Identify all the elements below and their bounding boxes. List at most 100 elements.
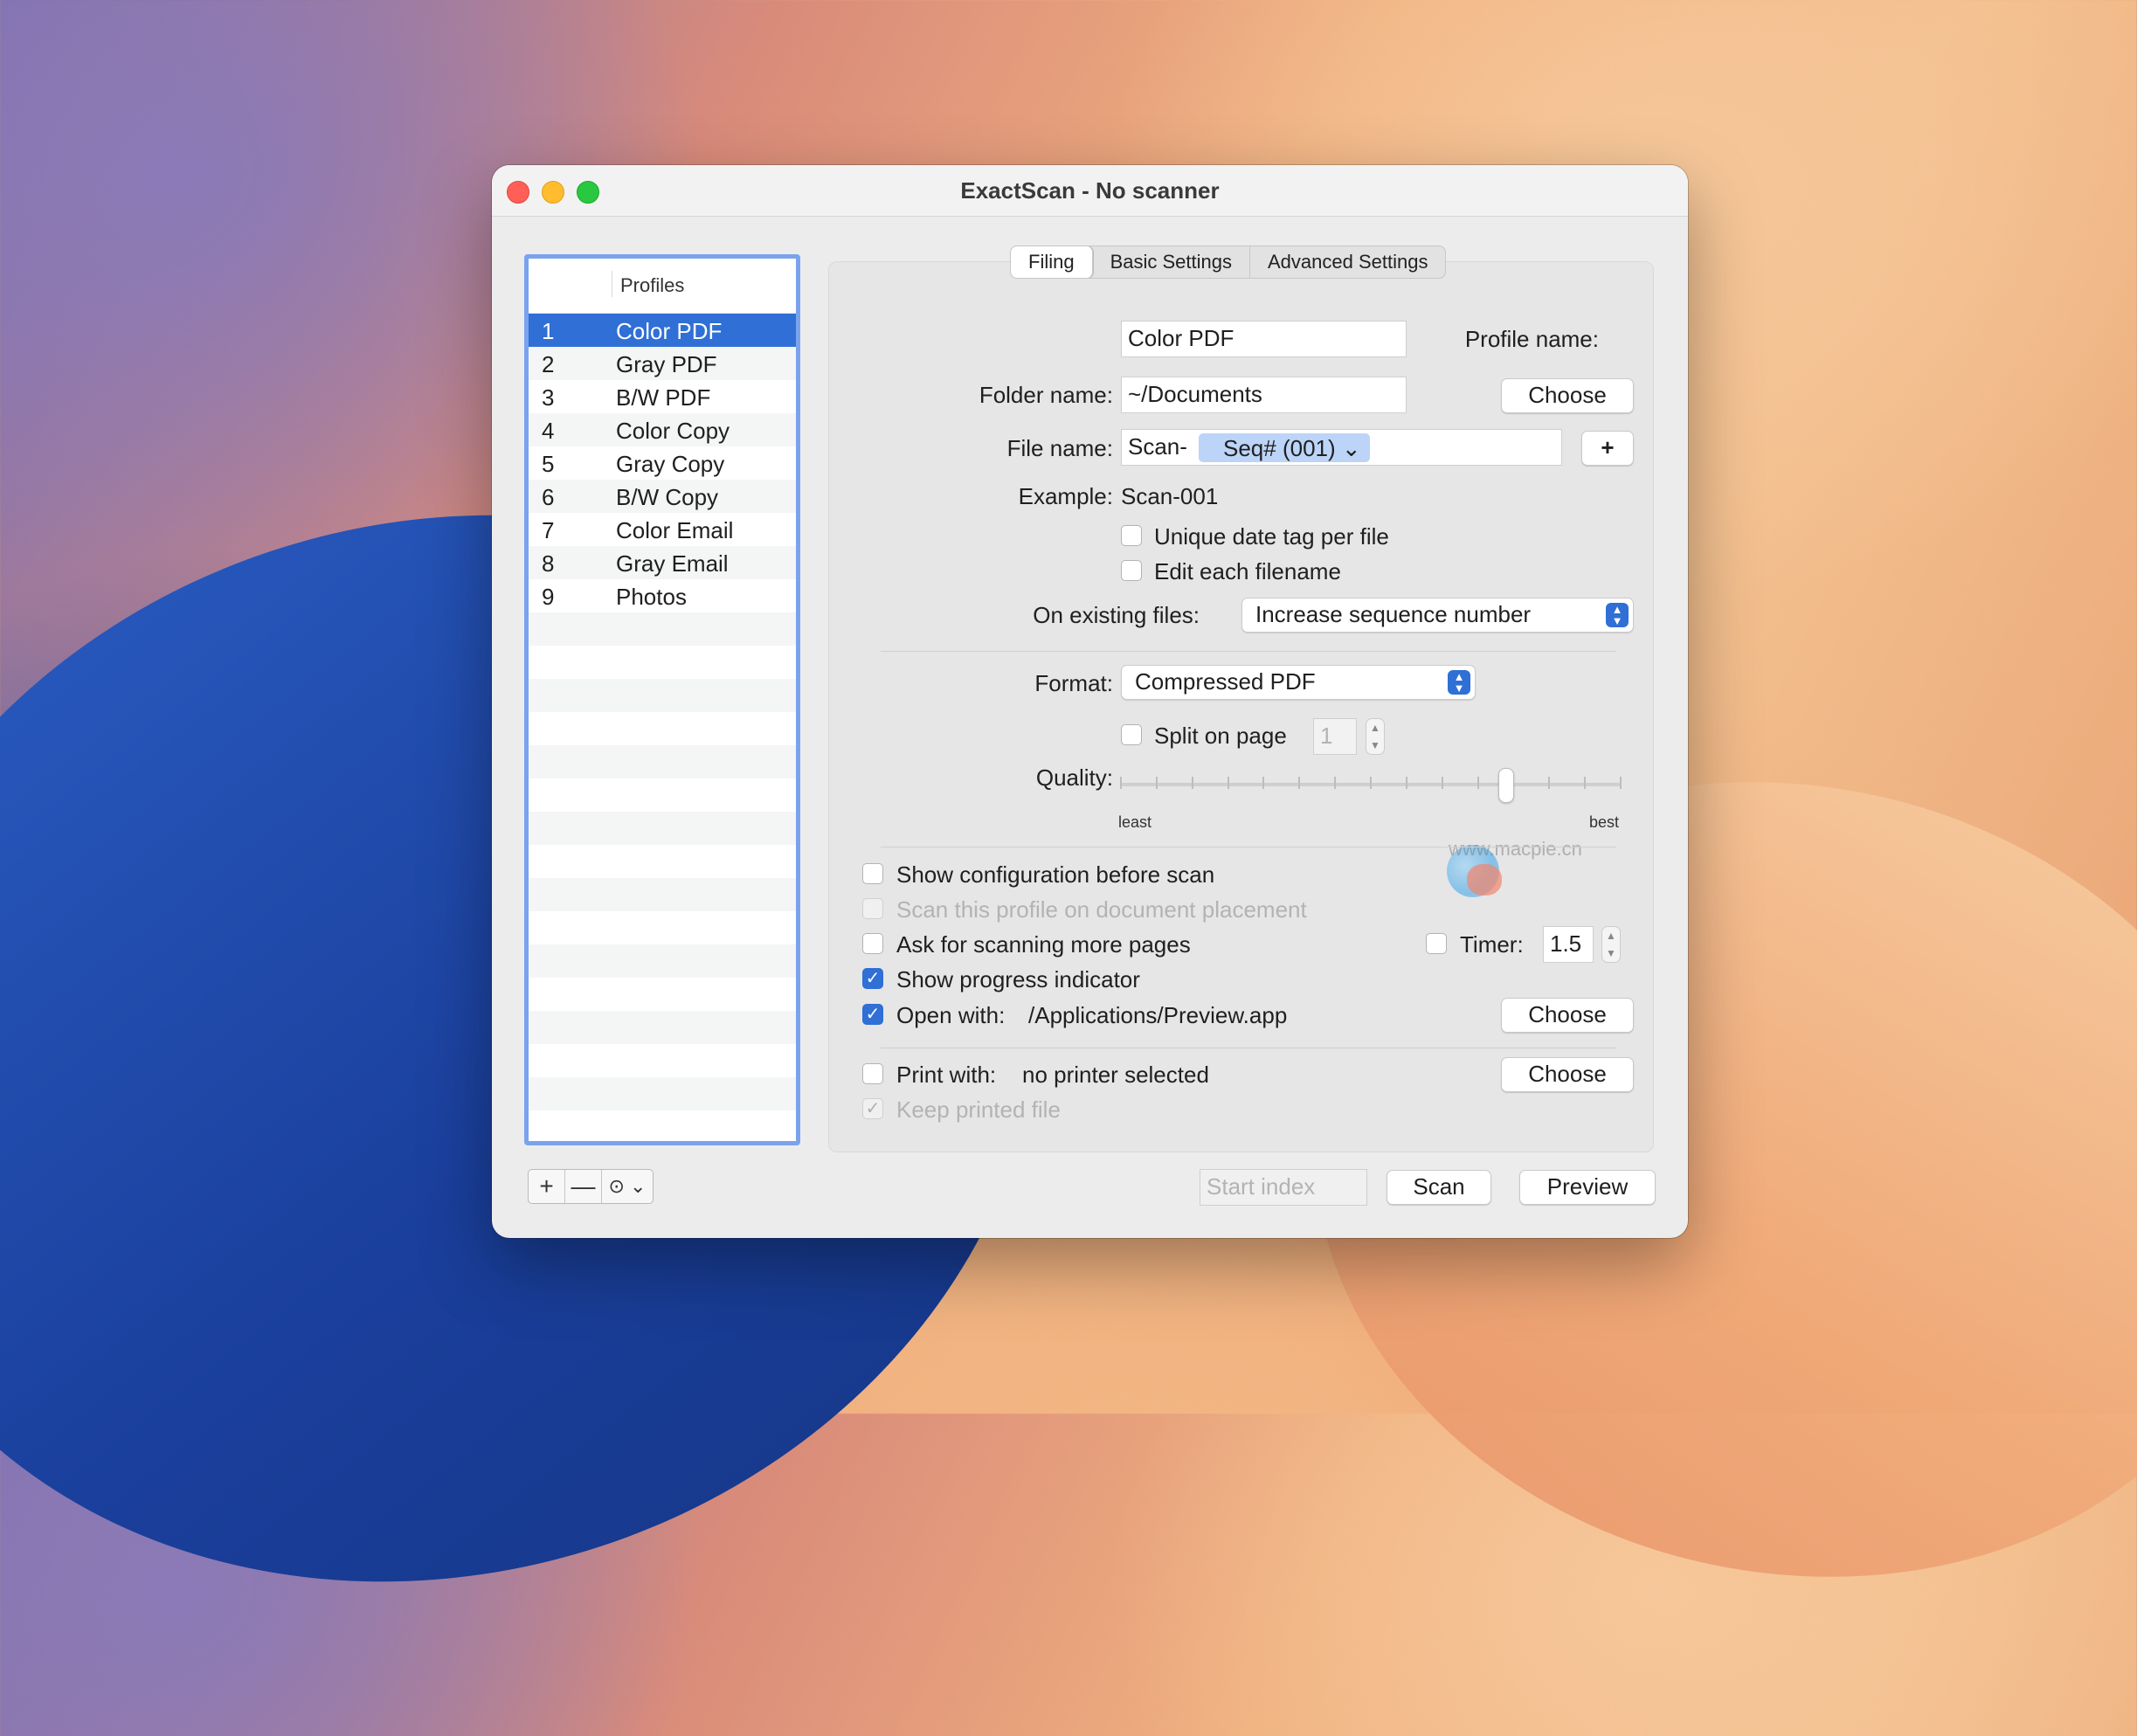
print-with-checkbox[interactable] [862, 1063, 883, 1084]
profile-number: 6 [542, 484, 555, 510]
unique-date-label: Unique date tag per file [1154, 523, 1389, 550]
quality-tick [1370, 777, 1372, 789]
split-on-page-checkbox[interactable] [1121, 724, 1142, 745]
empty-row [529, 845, 796, 878]
window-title: ExactScan - No scanner [960, 177, 1220, 204]
list-item[interactable]: 8 Gray Email [529, 546, 796, 579]
profile-name: Gray Copy [616, 451, 725, 477]
quality-tick [1620, 777, 1622, 789]
folder-name-label: Folder name: [979, 382, 1113, 408]
quality-slider-knob[interactable] [1498, 768, 1515, 803]
profile-number: 7 [542, 517, 555, 543]
keep-printed-checkbox[interactable]: ✓ [862, 1098, 883, 1119]
tab-basic-settings[interactable]: Basic Settings [1093, 246, 1250, 278]
unique-date-checkbox[interactable] [1121, 525, 1142, 546]
profile-name: Color Copy [616, 418, 730, 444]
empty-row [529, 745, 796, 778]
divider [881, 651, 1616, 652]
print-with-label: Print with: [896, 1062, 997, 1088]
chevron-updown-icon: ▲ ▼ [1448, 670, 1470, 695]
quality-tick [1191, 777, 1193, 789]
profile-number: 2 [542, 351, 555, 377]
list-item[interactable]: 4 Color Copy [529, 413, 796, 446]
profile-actions: + — ⊙ ⌄ [528, 1169, 654, 1204]
example-label: Example: [1018, 483, 1113, 509]
quality-tick [1298, 777, 1301, 789]
profiles-header: Profiles [529, 259, 796, 314]
choose-printer-button[interactable]: Choose [1501, 1057, 1634, 1092]
existing-files-popup[interactable]: Increase sequence number ▲ ▼ [1241, 598, 1634, 633]
tab-filing[interactable]: Filing [1011, 246, 1093, 278]
list-item[interactable]: 7 Color Email [529, 513, 796, 546]
timer-field[interactable]: 1.5 [1543, 926, 1594, 963]
existing-files-label: On existing files: [1033, 602, 1200, 628]
format-popup[interactable]: Compressed PDF ▲ ▼ [1121, 665, 1476, 700]
list-item[interactable]: 5 Gray Copy [529, 446, 796, 480]
add-token-button[interactable]: + [1581, 431, 1634, 466]
list-item[interactable]: 9 Photos [529, 579, 796, 612]
tab-advanced-settings[interactable]: Advanced Settings [1250, 246, 1445, 278]
ask-more-pages-label: Ask for scanning more pages [896, 931, 1191, 958]
quality-label: Quality: [1035, 764, 1113, 791]
list-item[interactable]: 6 B/W Copy [529, 480, 796, 513]
profile-name-field[interactable]: Color PDF [1121, 321, 1407, 357]
quality-tick [1548, 777, 1551, 789]
empty-row [529, 812, 796, 845]
open-with-label: Open with: [896, 1002, 1006, 1028]
example-value: Scan-001 [1121, 483, 1219, 509]
empty-row [529, 1110, 796, 1141]
show-config-label: Show configuration before scan [896, 861, 1215, 888]
add-profile-button[interactable]: + [529, 1170, 565, 1203]
edit-each-checkbox[interactable] [1121, 560, 1142, 581]
profile-name: Color Email [616, 517, 734, 543]
profiles-column-header[interactable]: Profiles [620, 274, 684, 297]
split-page-stepper[interactable]: ▲ ▼ [1366, 718, 1385, 755]
profile-number: 1 [542, 318, 555, 344]
list-item[interactable]: 2 Gray PDF [529, 347, 796, 380]
open-with-value: /Applications/Preview.app [1028, 1002, 1288, 1028]
quality-least-label: least [1118, 813, 1152, 831]
quality-tick [1120, 777, 1122, 789]
profiles-rows: 1 Color PDF 2 Gray PDF 3 B/W PDF 4 Color Cop… [529, 314, 796, 1141]
empty-row [529, 712, 796, 745]
progress-label: Show progress indicator [896, 966, 1140, 992]
choose-app-button[interactable]: Choose [1501, 998, 1634, 1033]
list-item[interactable]: 3 B/W PDF [529, 380, 796, 413]
profiles-list[interactable]: Profiles 1 Color PDF 2 Gray PDF 3 B/W PDF 4… [524, 254, 800, 1145]
more-actions-button[interactable]: ⊙ ⌄ [602, 1170, 653, 1203]
split-page-field[interactable]: 1 [1313, 718, 1357, 755]
scan-on-placement-label: Scan this profile on document placement [896, 896, 1307, 923]
quality-tick [1477, 777, 1479, 789]
scan-button[interactable]: Scan [1387, 1170, 1491, 1205]
progress-checkbox[interactable]: ✓ [862, 968, 883, 989]
profile-number: 3 [542, 384, 555, 411]
timer-stepper[interactable]: ▲ ▼ [1601, 926, 1621, 963]
keep-printed-label: Keep printed file [896, 1096, 1061, 1123]
preview-button[interactable]: Preview [1519, 1170, 1656, 1205]
empty-row [529, 911, 796, 944]
empty-row [529, 612, 796, 646]
open-with-checkbox[interactable]: ✓ [862, 1004, 883, 1025]
file-name-label: File name: [1006, 435, 1113, 461]
sequence-token[interactable]: Seq# (001) ⌄ [1199, 433, 1370, 462]
list-item[interactable]: 1 Color PDF [529, 314, 796, 347]
choose-folder-button[interactable]: Choose [1501, 378, 1634, 413]
ask-more-pages-checkbox[interactable] [862, 933, 883, 954]
scan-on-placement-checkbox[interactable] [862, 898, 883, 919]
empty-row [529, 646, 796, 679]
profile-name-label: Profile name: [1464, 326, 1599, 352]
remove-profile-button[interactable]: — [565, 1170, 602, 1203]
tab-bar: Filing Basic Settings Advanced Settings [1010, 246, 1447, 279]
watermark-apple [1467, 864, 1502, 896]
show-config-checkbox[interactable] [862, 863, 883, 884]
start-index-field[interactable]: Start index [1200, 1169, 1367, 1206]
profile-name: Photos [616, 584, 687, 610]
quality-tick [1334, 777, 1337, 789]
empty-row [529, 978, 796, 1011]
print-with-value: no printer selected [1022, 1062, 1209, 1088]
timer-checkbox[interactable] [1426, 933, 1447, 954]
folder-name-field[interactable]: ~/Documents [1121, 377, 1407, 413]
timer-label: Timer: [1460, 931, 1524, 958]
empty-row [529, 679, 796, 712]
quality-tick [1584, 777, 1587, 789]
